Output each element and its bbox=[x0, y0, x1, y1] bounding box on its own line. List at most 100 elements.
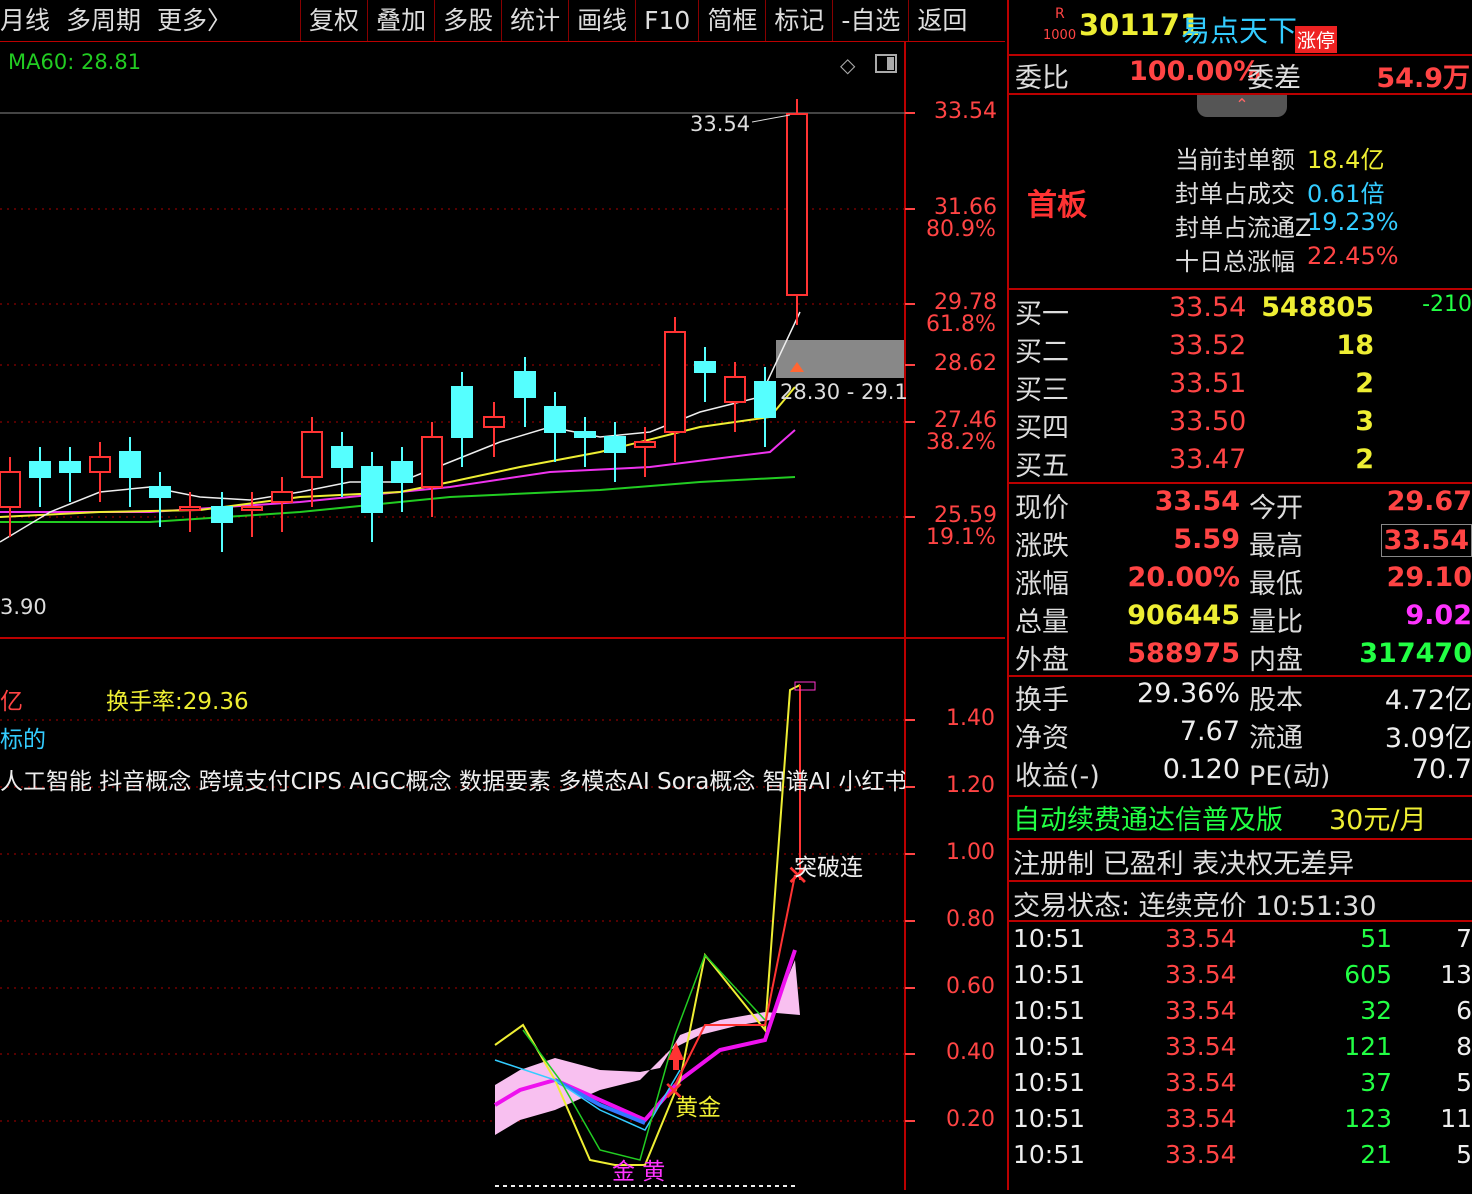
candle bbox=[694, 361, 716, 373]
candle bbox=[574, 431, 596, 438]
fund-label: PE(动) bbox=[1249, 761, 1331, 792]
stat-value: 9.02 bbox=[1405, 600, 1472, 631]
tick-time: 10:51 bbox=[1013, 1140, 1086, 1169]
candle bbox=[604, 436, 626, 453]
bid-price: 33.47 bbox=[1169, 444, 1247, 475]
stat-label: 涨跌 bbox=[1015, 531, 1069, 562]
toolbar-item-0[interactable]: 月线 bbox=[0, 0, 58, 41]
indicator-chart[interactable]: ✕ ✕ 亿 换手率:29.36 标的 人工智能 抖音概念 跨境支付CIPS AI… bbox=[0, 640, 1005, 1190]
price-axis-label: 33.54 bbox=[934, 99, 997, 124]
tick-time: 10:51 bbox=[1013, 1032, 1086, 1061]
stat-label: 最高 bbox=[1249, 531, 1303, 562]
indicator-band bbox=[495, 960, 800, 1135]
candle bbox=[754, 381, 776, 418]
toolbar-item-8[interactable]: F10 bbox=[635, 0, 698, 41]
bid-label: 买三 bbox=[1015, 375, 1069, 406]
stat-label: 量比 bbox=[1249, 607, 1303, 638]
code-prefix: R bbox=[1055, 6, 1065, 22]
collapse-button[interactable]: ⌃ bbox=[1197, 95, 1287, 117]
candle bbox=[179, 506, 201, 511]
tick-price: 33.54 bbox=[1165, 960, 1237, 989]
tick-volume: 121 bbox=[1344, 1032, 1392, 1061]
high-price-tag: 33.54 bbox=[690, 112, 750, 136]
indicator-axis-label: 1.00 bbox=[946, 840, 995, 865]
toolbar-item-11[interactable]: -自选 bbox=[832, 0, 908, 41]
quote-panel: R 1000 301171 易点天下 涨停 委比 100.00% 委差 54.9… bbox=[1007, 0, 1472, 1190]
indicator-axis-label: 0.80 bbox=[946, 907, 995, 932]
bid-volume: 2 bbox=[1355, 444, 1374, 475]
turnover-label: 换手率:29.36 bbox=[106, 689, 249, 715]
bid-volume: 2 bbox=[1355, 368, 1374, 399]
pct-axis-label: 80.9% bbox=[926, 217, 996, 242]
candle bbox=[483, 416, 505, 428]
fund-value: 29.36% bbox=[1137, 678, 1240, 709]
candle bbox=[331, 446, 353, 468]
candle bbox=[29, 461, 51, 478]
weibi-value: 100.00% bbox=[1129, 56, 1261, 87]
toolbar-item-5[interactable]: 多股 bbox=[434, 0, 501, 41]
ad-text: 自动续费通达信普及版 bbox=[1013, 805, 1283, 836]
candle bbox=[664, 331, 686, 433]
toolbar-item-3[interactable]: 复权 bbox=[300, 0, 367, 41]
board-label: 首板 bbox=[1027, 188, 1087, 223]
stat-value: 29.10 bbox=[1386, 562, 1472, 593]
indicator-axis-label: 0.60 bbox=[946, 974, 995, 999]
candle bbox=[544, 406, 566, 433]
toolbar-item-4[interactable]: 叠加 bbox=[367, 0, 434, 41]
toolbar: 月线 多周期 更多〉 复权 叠加 多股 统计 画线 F10 简框 标记 -自选 返回 bbox=[0, 0, 1005, 42]
fund-value: 0.120 bbox=[1162, 754, 1240, 785]
range-label: 28.30 - 29.1 bbox=[780, 380, 908, 404]
seal-value: 0.61倍 bbox=[1307, 180, 1385, 208]
code-small: 1000 bbox=[1043, 28, 1077, 43]
candle bbox=[89, 456, 111, 473]
toolbar-item-10[interactable]: 标记 bbox=[765, 0, 832, 41]
weicha-label: 委差 bbox=[1247, 63, 1301, 94]
fund-value: 4.72亿 bbox=[1384, 685, 1472, 716]
trade-status: 交易状态: 连续竞价 10:51:30 bbox=[1013, 891, 1377, 922]
toolbar-item-6[interactable]: 统计 bbox=[501, 0, 568, 41]
toolbar-item-12[interactable]: 返回 bbox=[908, 0, 975, 41]
bid-price: 33.52 bbox=[1169, 330, 1247, 361]
tick-count: 7 bbox=[1456, 924, 1472, 953]
fund-value: 7.67 bbox=[1179, 716, 1240, 747]
stat-value: 906445 bbox=[1127, 600, 1240, 631]
candle bbox=[59, 461, 81, 473]
bid-label: 买五 bbox=[1015, 451, 1069, 482]
tick-count: 8 bbox=[1456, 1032, 1472, 1061]
candle bbox=[451, 386, 473, 438]
toolbar-item-1[interactable]: 多周期 bbox=[58, 0, 149, 41]
toolbar-item-9[interactable]: 简框 bbox=[698, 0, 765, 41]
candle bbox=[786, 113, 808, 296]
pct-axis-label: 61.8% bbox=[926, 312, 996, 337]
fund-label: 股本 bbox=[1249, 685, 1303, 716]
seal-value: 22.45% bbox=[1307, 242, 1399, 270]
range-box bbox=[776, 340, 904, 378]
stat-value: 29.67 bbox=[1386, 486, 1472, 517]
candle bbox=[724, 376, 746, 403]
bid-volume: 18 bbox=[1336, 330, 1374, 361]
toolbar-item-7[interactable]: 画线 bbox=[568, 0, 635, 41]
seal-label: 十日总涨幅 bbox=[1175, 248, 1295, 276]
tick-count: 13 bbox=[1440, 960, 1472, 989]
stat-label: 总量 bbox=[1015, 607, 1069, 638]
tick-count: 11 bbox=[1440, 1104, 1472, 1133]
fund-label: 收益(-) bbox=[1015, 761, 1100, 792]
kline-chart[interactable]: 33.54 28.30 - 29.1 3.90 ◇ MA60: 28.81 33… bbox=[0, 42, 1005, 640]
tick-price: 33.54 bbox=[1165, 924, 1237, 953]
stat-value: 33.54 bbox=[1154, 486, 1240, 517]
weicha-value: 54.9万 bbox=[1376, 63, 1470, 94]
candle bbox=[634, 441, 656, 448]
candle bbox=[421, 436, 443, 488]
tick-volume: 605 bbox=[1344, 960, 1392, 989]
indicator-axis-label: 1.40 bbox=[946, 706, 995, 731]
tick-time: 10:51 bbox=[1013, 1104, 1086, 1133]
fund-value: 3.09亿 bbox=[1384, 723, 1472, 754]
stock-name: 易点天下 bbox=[1181, 14, 1298, 48]
pct-axis-label: 19.1% bbox=[926, 525, 996, 550]
bid-price: 33.54 bbox=[1169, 292, 1247, 323]
limit-up-badge: 涨停 bbox=[1295, 26, 1338, 53]
stat-label: 内盘 bbox=[1249, 645, 1303, 676]
toolbar-item-2[interactable]: 更多〉 bbox=[149, 0, 240, 41]
bid-label: 买二 bbox=[1015, 337, 1069, 368]
stat-label: 今开 bbox=[1249, 493, 1303, 524]
